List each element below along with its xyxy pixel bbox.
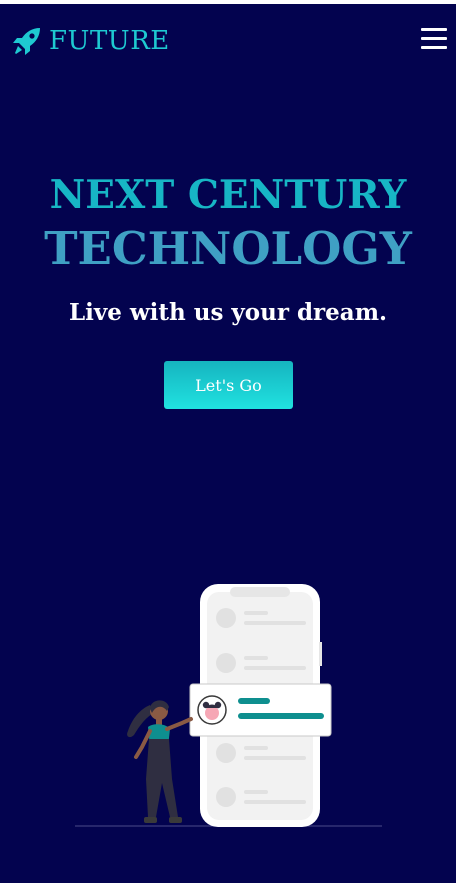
rocket-icon: [13, 28, 40, 55]
hero-heading-line2: TECHNOLOGY: [44, 222, 412, 275]
navbar: FUTURE: [0, 4, 456, 82]
hero-heading-line1: NEXT CENTURY: [49, 172, 407, 218]
brand-name: FUTURE: [49, 26, 170, 56]
app-screen: FUTURE NEXT CENTURY TECHNOLOGY Live with…: [0, 4, 456, 883]
menu-bar: [421, 37, 447, 40]
brand-logo[interactable]: FUTURE: [12, 26, 170, 56]
woman-figure: [127, 700, 193, 823]
menu-bar: [421, 28, 447, 31]
menu-bar: [421, 46, 447, 49]
highlighted-contact-card: [189, 683, 332, 737]
hero-tagline: Live with us your dream.: [68, 299, 388, 326]
woman-with-phone-illustration: [75, 584, 382, 827]
hamburger-menu-icon[interactable]: [421, 28, 447, 52]
lets-go-button[interactable]: Let's Go: [164, 361, 293, 409]
